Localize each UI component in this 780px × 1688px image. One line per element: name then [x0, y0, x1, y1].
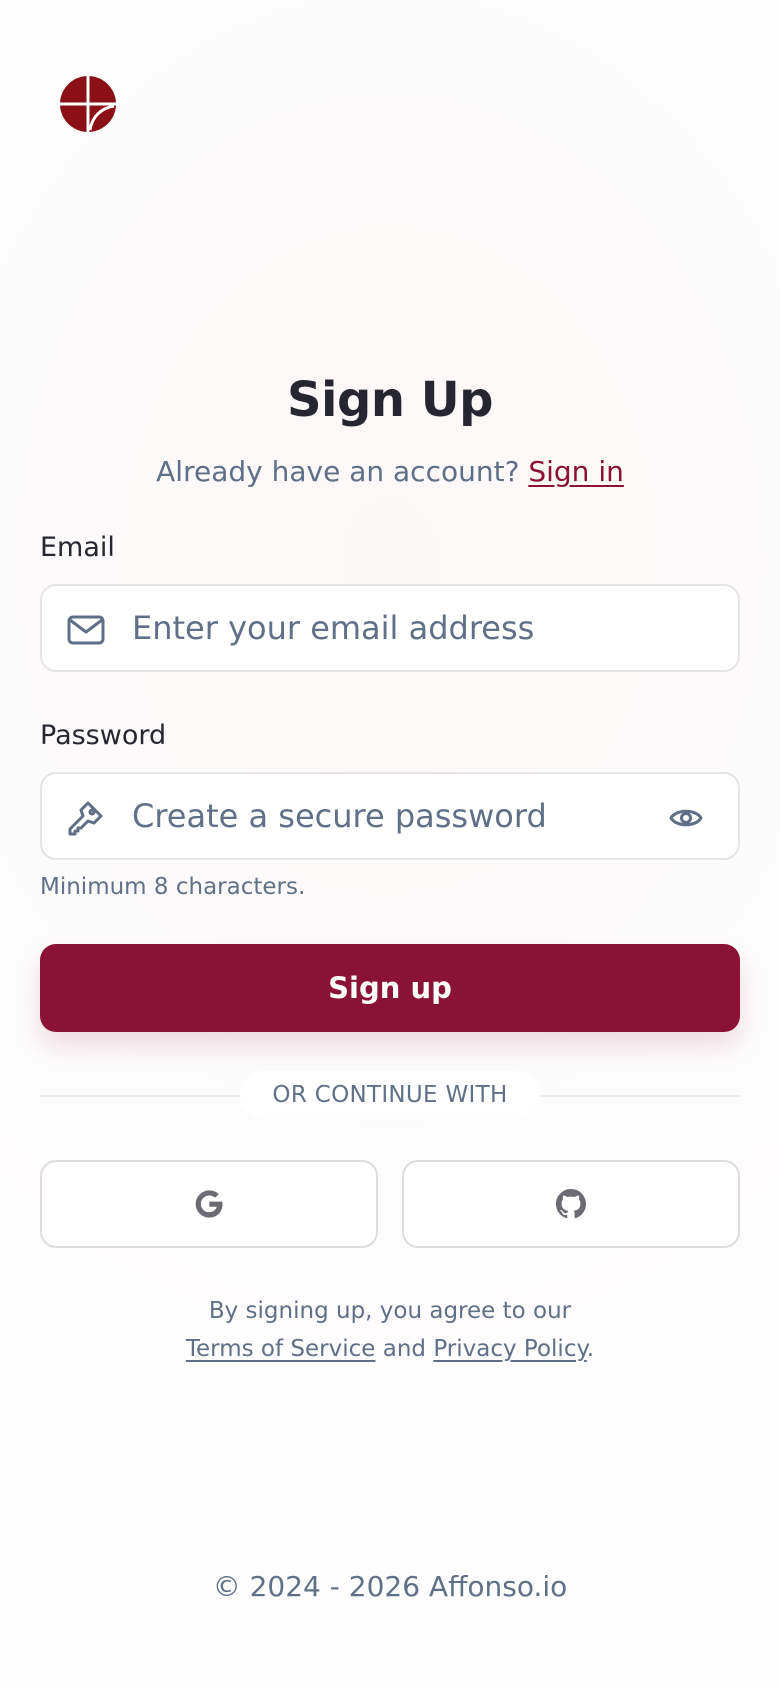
- password-input[interactable]: [132, 774, 692, 858]
- google-signin-button[interactable]: [40, 1160, 378, 1248]
- github-icon: [553, 1186, 589, 1222]
- key-icon: [66, 798, 106, 838]
- eye-icon[interactable]: [668, 800, 704, 836]
- google-icon: [191, 1186, 227, 1222]
- password-field-container[interactable]: [40, 772, 740, 860]
- github-signin-button[interactable]: [402, 1160, 740, 1248]
- email-label: Email: [40, 532, 115, 563]
- legal-notice: By signing up, you agree to our Terms of…: [0, 1292, 780, 1368]
- password-hint: Minimum 8 characters.: [40, 874, 306, 900]
- brand-logo-icon[interactable]: [59, 75, 117, 133]
- mail-icon: [66, 610, 106, 650]
- email-input[interactable]: [132, 586, 692, 670]
- signin-prompt: Already have an account? Sign in: [0, 455, 780, 488]
- page-title: Sign Up: [286, 372, 494, 428]
- legal-prefix: By signing up, you agree to our: [208, 1298, 572, 1324]
- privacy-policy-link[interactable]: Privacy Policy: [433, 1336, 586, 1362]
- signin-prompt-text: Already have an account?: [156, 455, 520, 488]
- signup-button[interactable]: Sign up: [40, 944, 740, 1032]
- legal-suffix: .: [586, 1336, 595, 1362]
- footer-copyright: © 2024 - 2026 Affonso.io: [212, 1570, 568, 1603]
- divider-label: OR CONTINUE WITH: [240, 1071, 540, 1119]
- password-label: Password: [40, 720, 167, 751]
- email-field-container[interactable]: [40, 584, 740, 672]
- terms-of-service-link[interactable]: Terms of Service: [186, 1336, 376, 1362]
- legal-connector: and: [382, 1336, 427, 1362]
- signin-link[interactable]: Sign in: [528, 455, 624, 488]
